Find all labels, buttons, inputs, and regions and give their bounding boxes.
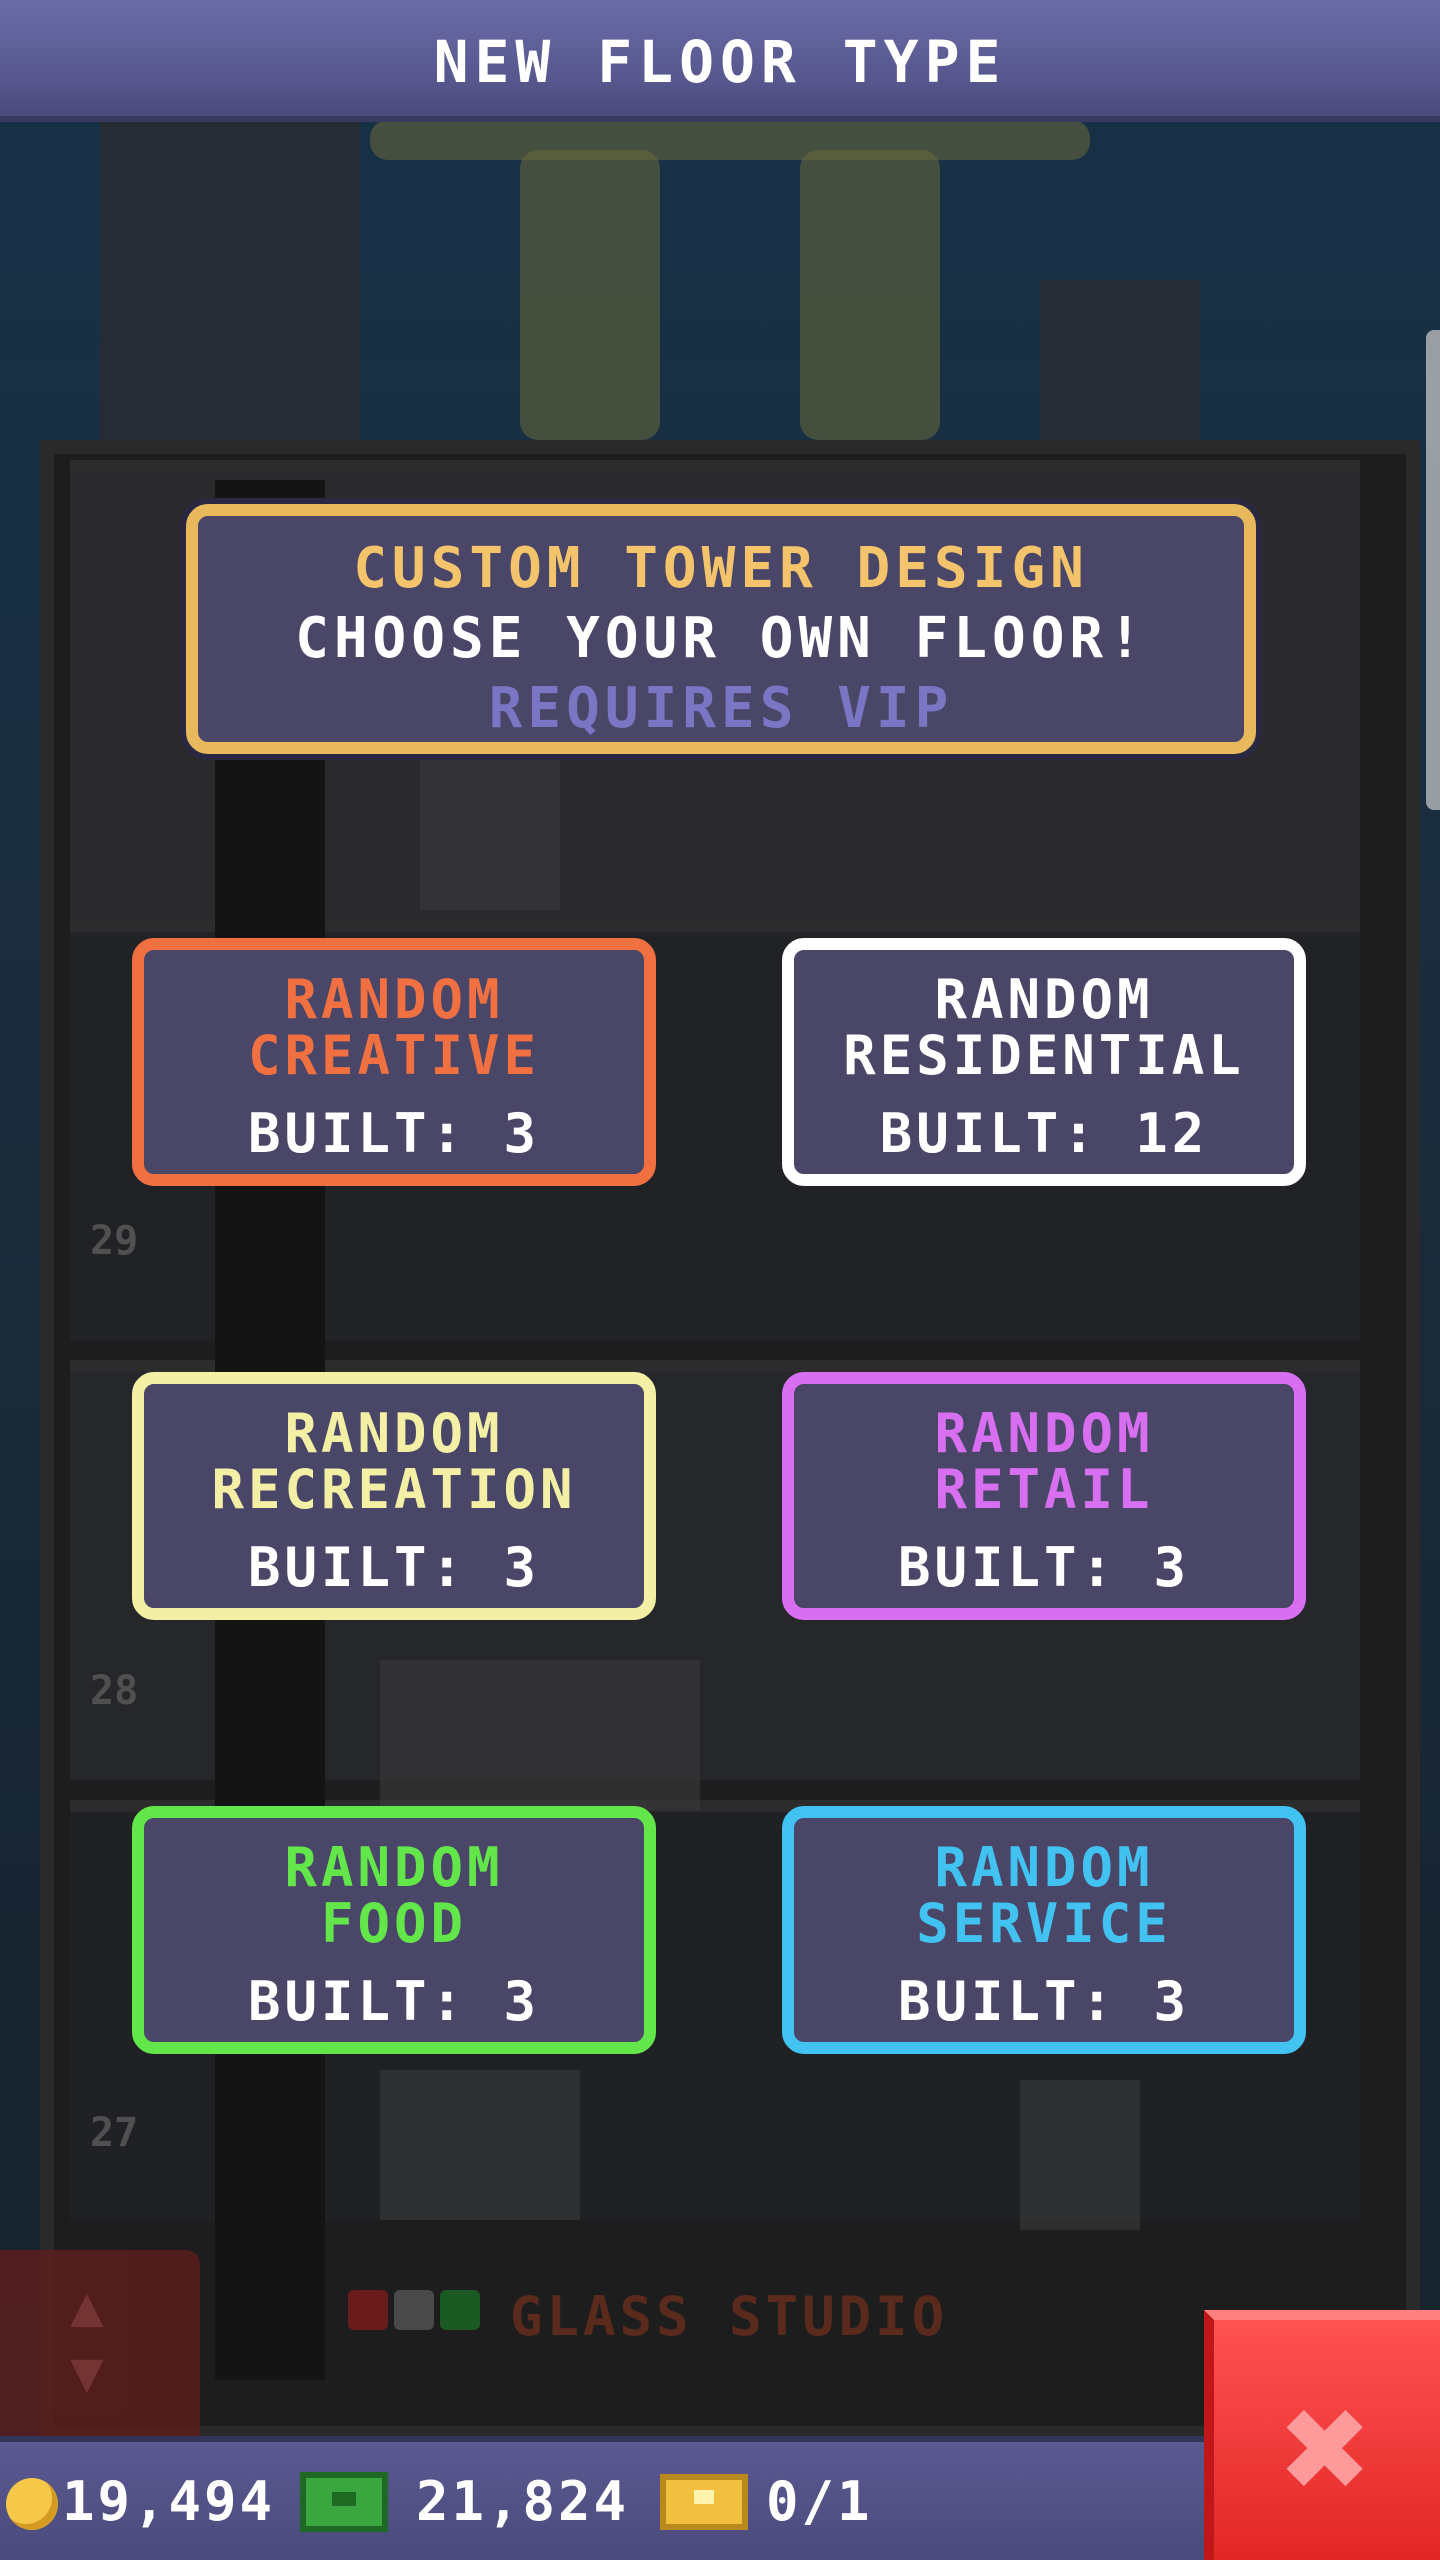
clock-status-icon bbox=[394, 2290, 434, 2330]
cross-status-icon bbox=[348, 2290, 388, 2330]
background-room-item bbox=[380, 2070, 580, 2220]
background-room-item bbox=[380, 1660, 700, 1810]
random-retail-button[interactable]: RANDOM RETAIL BUILT: 3 bbox=[782, 1372, 1306, 1620]
option-label: RANDOM bbox=[284, 1402, 504, 1465]
built-count: BUILT: 3 bbox=[247, 1970, 541, 2033]
random-recreation-button[interactable]: RANDOM RECREATION BUILT: 3 bbox=[132, 1372, 656, 1620]
option-label: RANDOM bbox=[284, 968, 504, 1031]
floor-number: 28 bbox=[90, 1668, 139, 1714]
random-service-button[interactable]: RANDOM SERVICE BUILT: 3 bbox=[782, 1806, 1306, 2054]
roof-pillar bbox=[800, 150, 940, 440]
bux-icon bbox=[300, 2472, 388, 2532]
floor-number: 29 bbox=[90, 1218, 139, 1264]
elevator-arrows-icon: ▼ bbox=[70, 2340, 104, 2405]
random-creative-button[interactable]: RANDOM CREATIVE BUILT: 3 bbox=[132, 938, 656, 1186]
option-category: RETAIL bbox=[934, 1458, 1154, 1521]
background-room-item bbox=[420, 760, 560, 910]
elevator-arrows-icon: ▲ bbox=[70, 2274, 104, 2339]
vip-panel-subtitle: CHOOSE YOUR OWN FLOOR! bbox=[295, 606, 1147, 671]
custom-tower-design-button[interactable]: CUSTOM TOWER DESIGN CHOOSE YOUR OWN FLOO… bbox=[186, 504, 1256, 754]
header-bar: NEW FLOOR TYPE bbox=[0, 0, 1440, 122]
background-building bbox=[100, 120, 360, 440]
roof-pillar bbox=[520, 150, 660, 440]
random-residential-button[interactable]: RANDOM RESIDENTIAL BUILT: 12 bbox=[782, 938, 1306, 1186]
option-category: RESIDENTIAL bbox=[843, 1024, 1245, 1087]
option-category: FOOD bbox=[320, 1892, 468, 1955]
built-count: BUILT: 3 bbox=[247, 1536, 541, 1599]
built-count: BUILT: 12 bbox=[879, 1102, 1209, 1165]
built-count: BUILT: 3 bbox=[897, 1536, 1191, 1599]
elevator-control-button[interactable]: ▲ ▼ bbox=[0, 2250, 200, 2436]
option-category: SERVICE bbox=[916, 1892, 1172, 1955]
background-building bbox=[1040, 280, 1200, 440]
close-button[interactable]: ✖ bbox=[1204, 2310, 1440, 2560]
ticket-icon bbox=[660, 2474, 748, 2530]
bux-count: 21,824 bbox=[416, 2470, 630, 2533]
option-label: RANDOM bbox=[934, 1836, 1154, 1899]
option-label: RANDOM bbox=[934, 1402, 1154, 1465]
background-room-item bbox=[1020, 2080, 1140, 2230]
built-count: BUILT: 3 bbox=[247, 1102, 541, 1165]
floor-status-icons bbox=[348, 2290, 480, 2330]
vip-requirement-label: REQUIRES VIP bbox=[488, 676, 954, 741]
floor-number: 27 bbox=[90, 2110, 139, 2156]
option-category: CREATIVE bbox=[247, 1024, 541, 1087]
built-count: BUILT: 3 bbox=[897, 1970, 1191, 2033]
floor-name-label: GLASS STUDIO bbox=[510, 2285, 949, 2348]
close-icon: ✖ bbox=[1281, 2362, 1373, 2536]
coin-count: 19,494 bbox=[62, 2470, 276, 2533]
vip-panel-title: CUSTOM TOWER DESIGN bbox=[353, 536, 1089, 601]
option-category: RECREATION bbox=[211, 1458, 577, 1521]
roof-structure bbox=[370, 120, 1090, 160]
check-status-icon bbox=[440, 2290, 480, 2330]
scrollbar[interactable] bbox=[1426, 330, 1440, 810]
ticket-count: 0/1 bbox=[766, 2470, 873, 2533]
random-food-button[interactable]: RANDOM FOOD BUILT: 3 bbox=[132, 1806, 656, 2054]
page-title: NEW FLOOR TYPE bbox=[433, 28, 1007, 96]
tower-background: 29 28 27 GLASS STUDIO bbox=[0, 0, 1440, 2560]
option-label: RANDOM bbox=[284, 1836, 504, 1899]
coin-icon bbox=[6, 2478, 58, 2530]
option-label: RANDOM bbox=[934, 968, 1154, 1031]
